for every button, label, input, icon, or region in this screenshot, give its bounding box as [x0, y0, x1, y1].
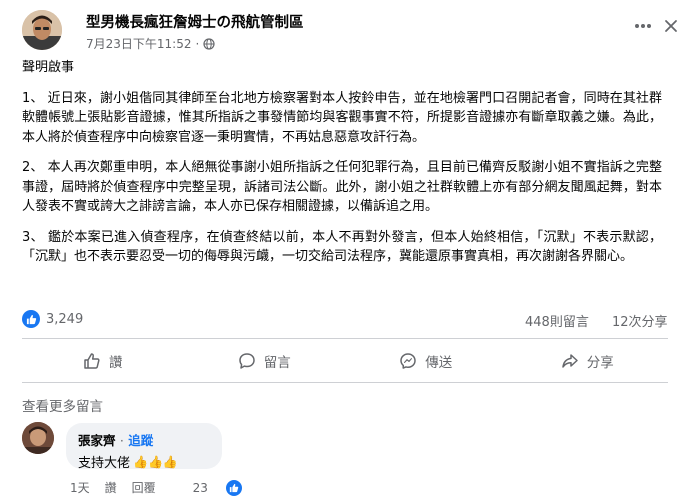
close-button[interactable] [659, 12, 683, 40]
post-header: 型男機長瘋狂詹姆士の飛航管制區 7月23日下午11:52 · [16, 10, 677, 54]
like-button-label: 讚 [109, 355, 123, 371]
post-timestamp[interactable]: 7月23日下午11:52 [86, 35, 192, 52]
meta-separator: · [195, 36, 200, 51]
share-arrow-icon [562, 354, 578, 368]
comment-button-label: 留言 [263, 355, 291, 371]
comment-reply-button[interactable]: 回覆 [132, 479, 156, 496]
shares-count-link[interactable]: 12次分享 [612, 311, 668, 330]
comment-like-reaction-icon [225, 479, 242, 496]
reactions-summary[interactable]: 3,249 [22, 310, 83, 328]
thumbs-up-icon [26, 314, 36, 324]
thumbs-up-emoji: 👍👍👍 [133, 454, 178, 469]
comment-bubble: 張家齊 · 追蹤 支持大佬 👍👍👍 [66, 423, 222, 472]
comment-time[interactable]: 1天 [70, 479, 90, 496]
globe-icon [203, 37, 215, 50]
more-dots-icon [635, 24, 651, 28]
thumbs-up-icon [229, 483, 239, 492]
commenter-avatar[interactable] [22, 422, 54, 454]
follow-link[interactable]: 追蹤 [128, 433, 153, 448]
post-action-bar: 讚 留言 傳送 分享 [22, 344, 668, 378]
post-stats: 3,249 448則留言 12次分享 [22, 310, 668, 330]
send-button-label: 傳送 [425, 355, 453, 371]
close-icon [665, 20, 677, 32]
profile-photo-icon [22, 10, 62, 50]
author-separator: · [119, 433, 124, 448]
comment-icon [239, 353, 255, 369]
post-text: 聲明啟事 1、 近日來，謝小姐偕同其律師至台北地方檢察署對本人按鈴申告，並在地檢… [22, 58, 662, 278]
divider [22, 338, 668, 339]
comment-actions: 1天 讚 回覆 23 [70, 479, 257, 496]
commenter-photo-icon [22, 422, 54, 454]
view-more-comments-link[interactable]: 查看更多留言 [22, 395, 103, 415]
comment-author-line: 張家齊 · 追蹤 [78, 430, 210, 449]
comment-text: 支持大佬 👍👍👍 [78, 452, 210, 472]
post-paragraph-2: 2、 本人再次鄭重申明，本人絕無從事謝小姐所指訴之任何犯罪行為，且目前已備齊反駁… [22, 160, 662, 214]
like-reaction-icon [22, 310, 40, 328]
comment-like-button[interactable]: 讚 [105, 479, 117, 496]
comment-button[interactable]: 留言 [184, 344, 346, 378]
page-avatar[interactable] [22, 10, 62, 50]
comment-author[interactable]: 張家齊 [78, 433, 116, 448]
likes-count: 3,249 [46, 311, 84, 327]
thumbs-up-outline-icon [84, 353, 100, 369]
post-title: 聲明啟事 [22, 60, 75, 75]
post-meta: 7月23日下午11:52 · [86, 35, 215, 52]
comment-body: 支持大佬 [78, 456, 131, 471]
share-button[interactable]: 分享 [507, 344, 669, 378]
divider [22, 382, 668, 383]
post-paragraph-1: 1、 近日來，謝小姐偕同其律師至台北地方檢察署對本人按鈴申告，並在地檢署門口召開… [22, 90, 662, 145]
messenger-icon [400, 353, 416, 369]
send-button[interactable]: 傳送 [345, 344, 507, 378]
share-button-label: 分享 [586, 355, 614, 371]
like-button[interactable]: 讚 [22, 344, 184, 378]
page-name-link[interactable]: 型男機長瘋狂詹姆士の飛航管制區 [86, 11, 304, 32]
post-paragraph-3: 3、 鑑於本案已進入偵查程序，在偵查終結以前，本人不再對外發言，但本人始終相信，… [22, 229, 662, 265]
comment-reaction-count: 23 [192, 480, 208, 495]
comment-reactions[interactable]: 23 [192, 479, 257, 496]
more-options-button[interactable] [629, 12, 657, 40]
comments-count-link[interactable]: 448則留言 [525, 311, 589, 330]
